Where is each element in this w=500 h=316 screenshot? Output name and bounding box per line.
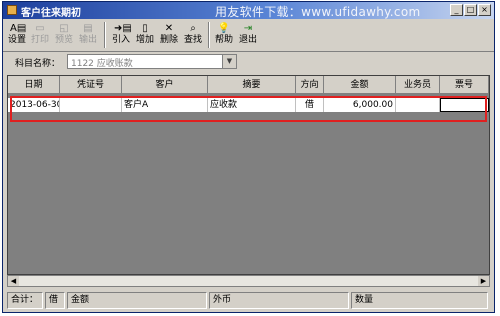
subject-value: 1122 应收账款 bbox=[71, 59, 133, 69]
watermark-text: 用友软件下载：www.ufidawhy.com bbox=[215, 5, 421, 19]
column-header-ticket[interactable]: 票号 bbox=[440, 76, 489, 94]
find-label: 查找 bbox=[183, 35, 202, 45]
client-opening-balance-window: 客户往来期初 用友软件下载：www.ufidawhy.com _ □ × A▤ … bbox=[2, 1, 495, 313]
subject-label: 科目名称： bbox=[15, 59, 61, 69]
foreign-currency-label: 外币 bbox=[209, 292, 349, 309]
lightbulb-icon: 💡 bbox=[217, 23, 231, 34]
find-button[interactable]: ⌕ 查找 bbox=[182, 21, 204, 49]
export-icon: ▤ bbox=[83, 23, 93, 34]
exit-icon: ⇥ bbox=[243, 23, 253, 34]
import-button[interactable]: ➜▤ 引入 bbox=[110, 21, 132, 49]
column-header-customer[interactable]: 客户 bbox=[122, 76, 208, 94]
add-icon: ▯ bbox=[142, 23, 148, 34]
help-button[interactable]: 💡 帮助 bbox=[213, 21, 235, 49]
column-header-date[interactable]: 日期 bbox=[8, 76, 60, 94]
title-bar[interactable]: 客户往来期初 用友软件下载：www.ufidawhy.com _ □ × bbox=[3, 2, 494, 19]
export-button[interactable]: ▤ 输出 bbox=[77, 21, 99, 49]
setup-icon: A▤ bbox=[10, 23, 27, 34]
exit-label: 退出 bbox=[238, 35, 257, 45]
printer-icon: ▭ bbox=[35, 23, 45, 34]
export-label: 输出 bbox=[78, 35, 97, 45]
highlight-annotation bbox=[10, 96, 487, 122]
preview-button[interactable]: ◱ 预览 bbox=[53, 21, 75, 49]
column-header-voucher[interactable]: 凭证号 bbox=[60, 76, 122, 94]
total-amount-label: 金额 bbox=[67, 292, 207, 309]
subject-row: 科目名称： 1122 应收账款 ▼ bbox=[3, 52, 494, 72]
preview-icon: ◱ bbox=[59, 23, 69, 34]
close-button[interactable]: × bbox=[478, 4, 491, 16]
window-title: 客户往来期初 bbox=[21, 8, 81, 19]
toolbar: A▤ 设置 ▭ 打印 ◱ 预览 ▤ 输出 ➜▤ 引入 ▯ 增加 ✕ 删除 ⌕ 查… bbox=[3, 19, 494, 52]
subject-select[interactable]: 1122 应收账款 ▼ bbox=[67, 54, 237, 69]
import-icon: ➜▤ bbox=[114, 23, 132, 34]
exit-button[interactable]: ⇥ 退出 bbox=[237, 21, 259, 49]
find-icon: ⌕ bbox=[190, 23, 196, 34]
maximize-button[interactable]: □ bbox=[464, 4, 477, 16]
chevron-down-icon[interactable]: ▼ bbox=[222, 55, 236, 68]
scroll-left-icon[interactable]: ◀ bbox=[8, 276, 19, 286]
scroll-right-icon[interactable]: ▶ bbox=[478, 276, 489, 286]
app-icon bbox=[7, 5, 17, 15]
total-direction: 借 bbox=[45, 292, 65, 309]
column-header-summary[interactable]: 摘要 bbox=[208, 76, 296, 94]
column-header-amount[interactable]: 金额 bbox=[324, 76, 396, 94]
delete-button[interactable]: ✕ 删除 bbox=[158, 21, 180, 49]
total-label: 合计： bbox=[7, 292, 43, 309]
column-header-salesperson[interactable]: 业务员 bbox=[396, 76, 440, 94]
horizontal-scrollbar[interactable]: ◀ ▶ bbox=[7, 275, 490, 287]
status-bar: 合计： 借 金额 外币 数量 bbox=[7, 292, 490, 309]
minimize-button[interactable]: _ bbox=[450, 4, 463, 16]
add-button[interactable]: ▯ 增加 bbox=[134, 21, 156, 49]
delete-icon: ✕ bbox=[164, 23, 174, 34]
quantity-label: 数量 bbox=[351, 292, 488, 309]
print-button[interactable]: ▭ 打印 bbox=[29, 21, 51, 49]
column-header-direction[interactable]: 方向 bbox=[296, 76, 324, 94]
